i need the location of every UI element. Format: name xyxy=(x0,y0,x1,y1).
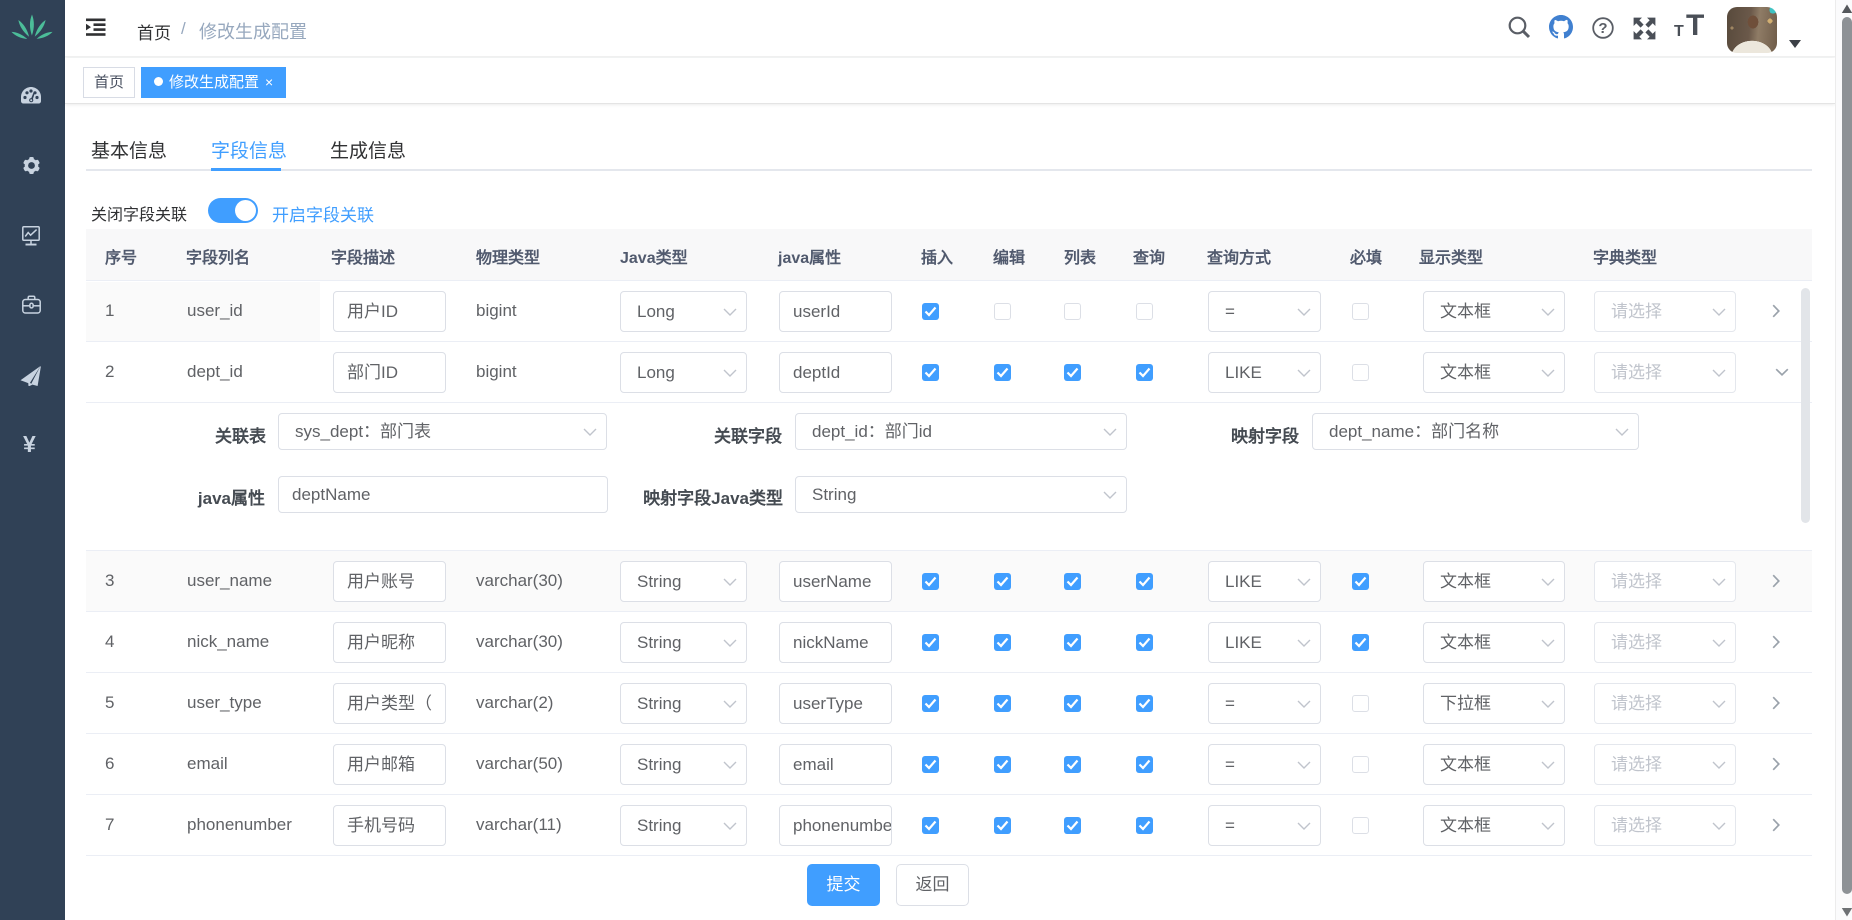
svg-text:?: ? xyxy=(1598,20,1607,37)
